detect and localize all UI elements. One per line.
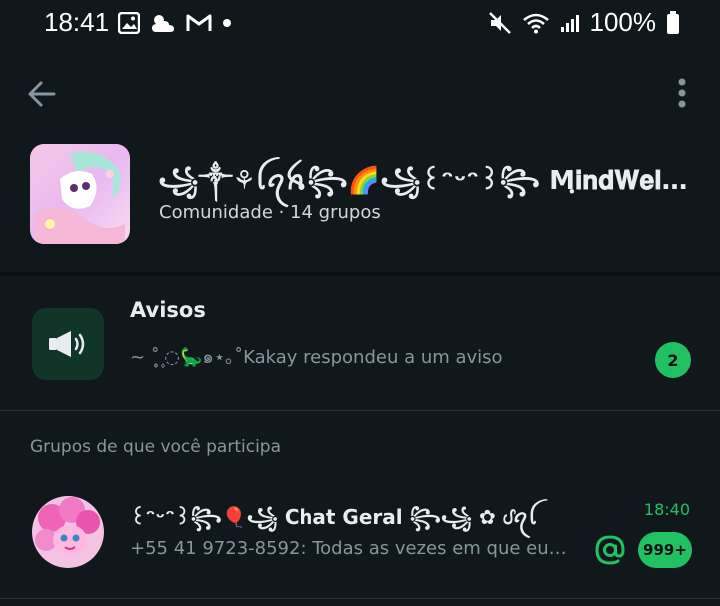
divider	[0, 410, 720, 411]
group-time: 18:40	[643, 500, 690, 519]
megaphone-icon	[49, 331, 85, 357]
weather-icon	[152, 15, 174, 32]
community-header: ꧁༒⚘ꪶꪖꫝ꧂🌈꧁꒰ᵔᵕᵔ꒱꧂ Mฺ𝐢𝐧𝐝𝐖𝐞𝐥𝐭 ꧁✿꧂🍧 Comunidad…	[0, 130, 720, 270]
announcements-row[interactable]: Avisos ~ ˚ ͙۪۪̥◌🦕๑⋆｡˚Kakay respondeu a u…	[0, 276, 720, 410]
announcements-title: Avisos	[130, 298, 206, 322]
mute-icon	[488, 11, 511, 34]
group-name: ꒰ᵔᵕᵔ꒱꧂🎈꧁ Cհat Geral ꧂꧁ ✿ ᦔꪖꪶ	[130, 505, 537, 529]
group-last-message: +55 41 9723-8592: Todas as vezes em que …	[130, 538, 567, 559]
more-notifications-dot-icon	[223, 19, 231, 27]
community-avatar[interactable]	[30, 144, 130, 244]
gmail-icon	[186, 14, 212, 31]
battery-icon	[667, 10, 679, 34]
announcements-avatar	[32, 308, 104, 380]
status-time: 18:41	[44, 7, 110, 37]
group-unread-badge: 999+	[638, 532, 692, 568]
wifi-icon	[522, 13, 549, 33]
community-subtitle: Comunidade · 14 grupos	[159, 202, 381, 223]
at-icon	[595, 535, 625, 565]
more-options-button[interactable]	[670, 74, 694, 114]
more-vertical-icon	[678, 78, 686, 108]
notification-icons	[118, 12, 232, 34]
system-icons: 100%	[488, 7, 681, 38]
unread-badge: 2	[655, 342, 691, 378]
arrow-left-icon	[28, 81, 56, 107]
groups-section-label: Grupos de que você participa	[30, 437, 282, 457]
battery-percentage: 100%	[589, 7, 657, 37]
group-avatar	[32, 496, 104, 568]
gallery-icon	[118, 12, 140, 34]
signal-icon	[560, 14, 579, 32]
group-row[interactable]: ꒰ᵔᵕᵔ꒱꧂🎈꧁ Cհat Geral ꧂꧁ ✿ ᦔꪖꪶ 18:40 +55 4…	[0, 478, 720, 588]
announcements-last-message: ~ ˚ ͙۪۪̥◌🦕๑⋆｡˚Kakay respondeu a um aviso	[130, 347, 503, 368]
top-app-bar	[0, 60, 720, 130]
status-bar: 18:41 100%	[0, 0, 720, 48]
back-button[interactable]	[24, 76, 64, 112]
list-bottom-divider	[0, 598, 720, 599]
